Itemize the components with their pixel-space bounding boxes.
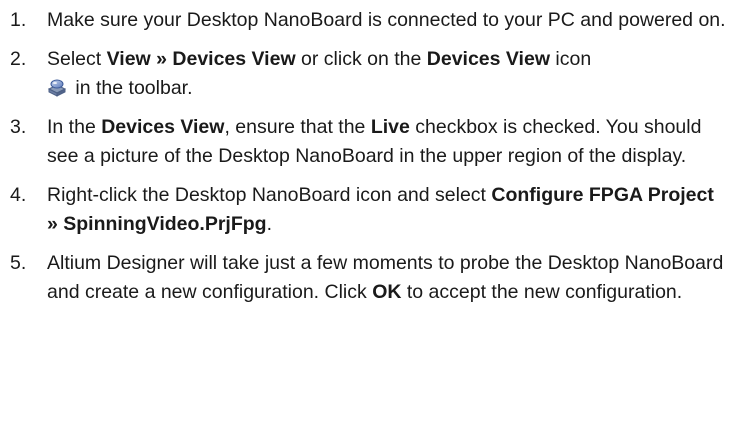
step-number: 1. bbox=[10, 9, 27, 31]
instruction-list: 1. Make sure your Desktop NanoBoard is c… bbox=[0, 6, 737, 317]
step-text: to accept the new configuration. bbox=[401, 281, 683, 303]
list-item: 4. Right-click the Desktop NanoBoard ico… bbox=[0, 181, 737, 239]
step-text: in the toolbar. bbox=[70, 77, 193, 99]
step-number: 2. bbox=[10, 48, 27, 70]
step-text: In the bbox=[47, 116, 102, 138]
step-text: , ensure that the bbox=[224, 116, 371, 138]
step-text: Select bbox=[47, 48, 107, 70]
step-number: 5. bbox=[10, 252, 27, 274]
ui-term: Devices View bbox=[101, 116, 225, 138]
ui-term: Devices View bbox=[426, 48, 550, 70]
list-item: 5. Altium Designer will take just a few … bbox=[0, 249, 737, 307]
step-number: 4. bbox=[10, 184, 27, 206]
list-item: 2. Select View » Devices View or click o… bbox=[0, 45, 737, 103]
devices-view-icon bbox=[46, 76, 68, 98]
ui-term: Live bbox=[370, 116, 410, 138]
step-text: icon bbox=[550, 48, 592, 70]
step-number: 3. bbox=[10, 116, 27, 138]
ui-term: OK bbox=[372, 281, 402, 303]
list-item: 1. Make sure your Desktop NanoBoard is c… bbox=[0, 6, 737, 35]
step-text: Make sure your Desktop NanoBoard is conn… bbox=[47, 9, 726, 31]
list-item: 3. In the Devices View, ensure that the … bbox=[0, 113, 737, 171]
step-text: Right-click the Desktop NanoBoard icon a… bbox=[47, 184, 492, 206]
menu-path: View » Devices View bbox=[106, 48, 296, 70]
step-text: . bbox=[266, 213, 272, 235]
step-text: or click on the bbox=[295, 48, 427, 70]
